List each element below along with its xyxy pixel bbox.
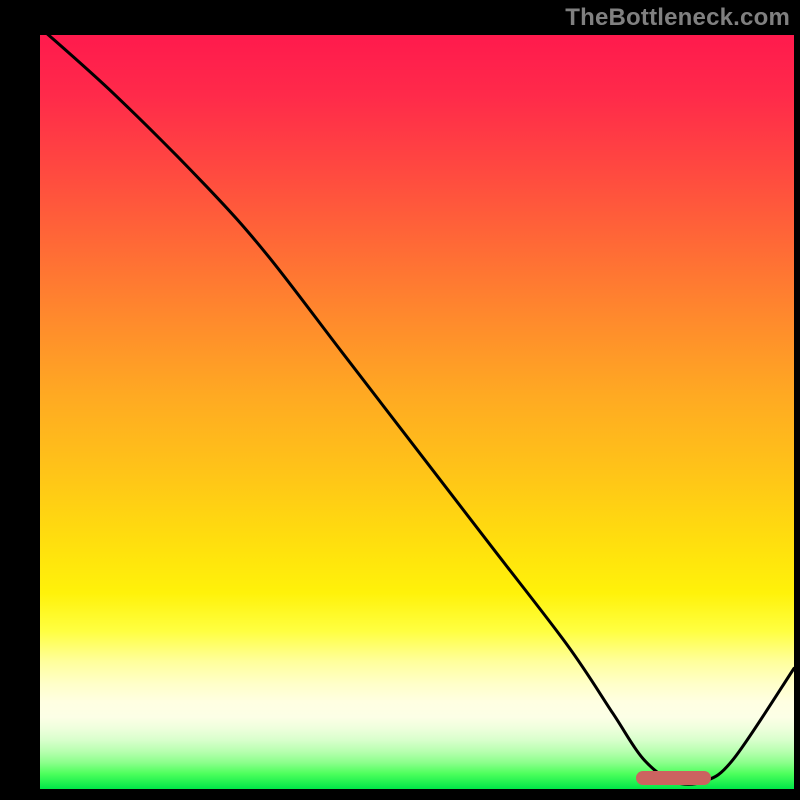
bottleneck-curve [40, 35, 794, 789]
plot-area [40, 35, 794, 789]
chart-frame: TheBottleneck.com [0, 0, 800, 800]
watermark-text: TheBottleneck.com [565, 4, 790, 32]
optimal-range-marker [636, 771, 711, 785]
